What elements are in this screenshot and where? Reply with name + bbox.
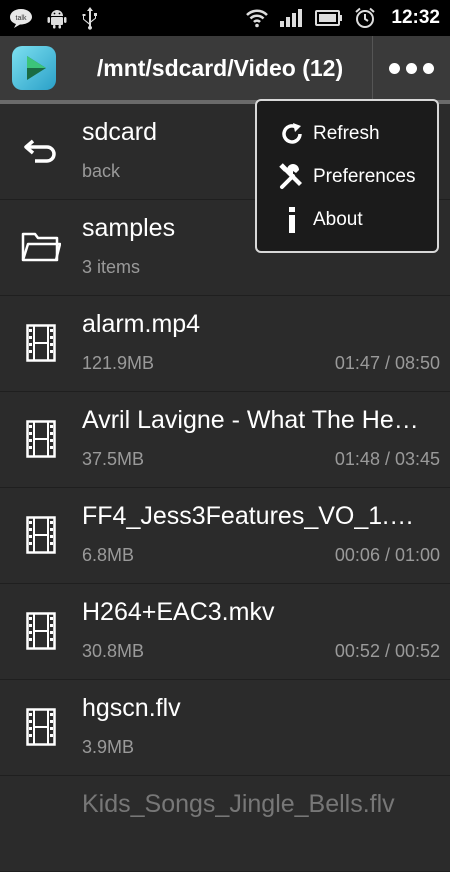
signal-icon: [279, 8, 305, 28]
refresh-icon: [275, 121, 309, 147]
item-progress-time: 00:52 / 00:52: [334, 641, 440, 661]
alarm-icon: [353, 6, 377, 30]
film-icon: [20, 514, 62, 556]
app-logo-icon[interactable]: [10, 44, 58, 92]
menu-item-label: Preferences: [313, 166, 416, 187]
overflow-dot-icon: [423, 62, 434, 74]
item-size: 6.8MB: [82, 545, 135, 565]
overflow-popup-menu: Refresh Preferences About: [255, 99, 439, 253]
menu-item-label: Refresh: [313, 123, 380, 144]
list-item-video[interactable]: FF4_Jess3Features_VO_1.… 6.8MB 00:06 / 0…: [0, 488, 450, 584]
menu-item-about[interactable]: About: [257, 199, 437, 241]
item-progress-time: 01:47 / 08:50: [334, 353, 440, 373]
item-name: FF4_Jess3Features_VO_1.…: [82, 502, 415, 530]
list-item-video[interactable]: H264+EAC3.mkv 30.8MB 00:52 / 00:52: [0, 584, 450, 680]
item-name: H264+EAC3.mkv: [82, 598, 275, 626]
item-name: alarm.mp4: [82, 310, 201, 338]
film-icon: [20, 322, 62, 364]
menu-item-refresh[interactable]: Refresh: [257, 113, 437, 155]
overflow-dot-icon: [406, 62, 417, 74]
usb-icon: [80, 6, 100, 30]
item-subtitle: 3 items: [82, 257, 141, 277]
film-icon: [20, 418, 62, 460]
item-size: 121.9MB: [82, 353, 155, 373]
item-name: Kids_Songs_Jingle_Bells.flv: [82, 790, 395, 818]
battery-icon: [315, 9, 343, 27]
action-bar: /mnt/sdcard/Video (12): [0, 36, 450, 104]
list-item-video[interactable]: alarm.mp4 121.9MB 01:47 / 08:50: [0, 296, 450, 392]
menu-item-preferences[interactable]: Preferences: [257, 156, 437, 198]
item-size: 30.8MB: [82, 641, 145, 661]
item-progress-time: 00:06 / 01:00: [334, 545, 440, 565]
wifi-icon: [245, 8, 269, 28]
talk-icon: talk: [8, 7, 34, 29]
list-item-video[interactable]: hgscn.flv 3.9MB: [0, 680, 450, 776]
list-item-video[interactable]: Avril Lavigne - What The He… 37.5MB 01:4…: [0, 392, 450, 488]
status-clock: 12:32: [391, 7, 440, 28]
folder-icon: [20, 226, 62, 268]
item-subtitle: back: [82, 161, 121, 181]
svg-text:talk: talk: [16, 15, 27, 22]
list-item-video[interactable]: Kids_Songs_Jingle_Bells.flv: [0, 776, 450, 872]
film-icon: [20, 610, 62, 652]
item-size: 37.5MB: [82, 449, 145, 469]
android-icon: [46, 7, 68, 29]
overflow-dot-icon: [389, 62, 400, 74]
item-name: hgscn.flv: [82, 694, 181, 722]
item-size: 3.9MB: [82, 737, 135, 757]
film-icon: [20, 706, 62, 748]
item-progress-time: 01:48 / 03:45: [334, 449, 440, 469]
item-name: Avril Lavigne - What The He…: [82, 406, 419, 434]
status-bar: talk 12:32: [0, 0, 450, 36]
menu-item-label: About: [313, 209, 363, 230]
back-icon: [20, 130, 62, 172]
overflow-menu-button[interactable]: [373, 36, 450, 100]
current-path-title: /mnt/sdcard/Video (12): [96, 55, 344, 81]
tools-icon: [275, 163, 309, 191]
info-icon: [275, 206, 309, 234]
